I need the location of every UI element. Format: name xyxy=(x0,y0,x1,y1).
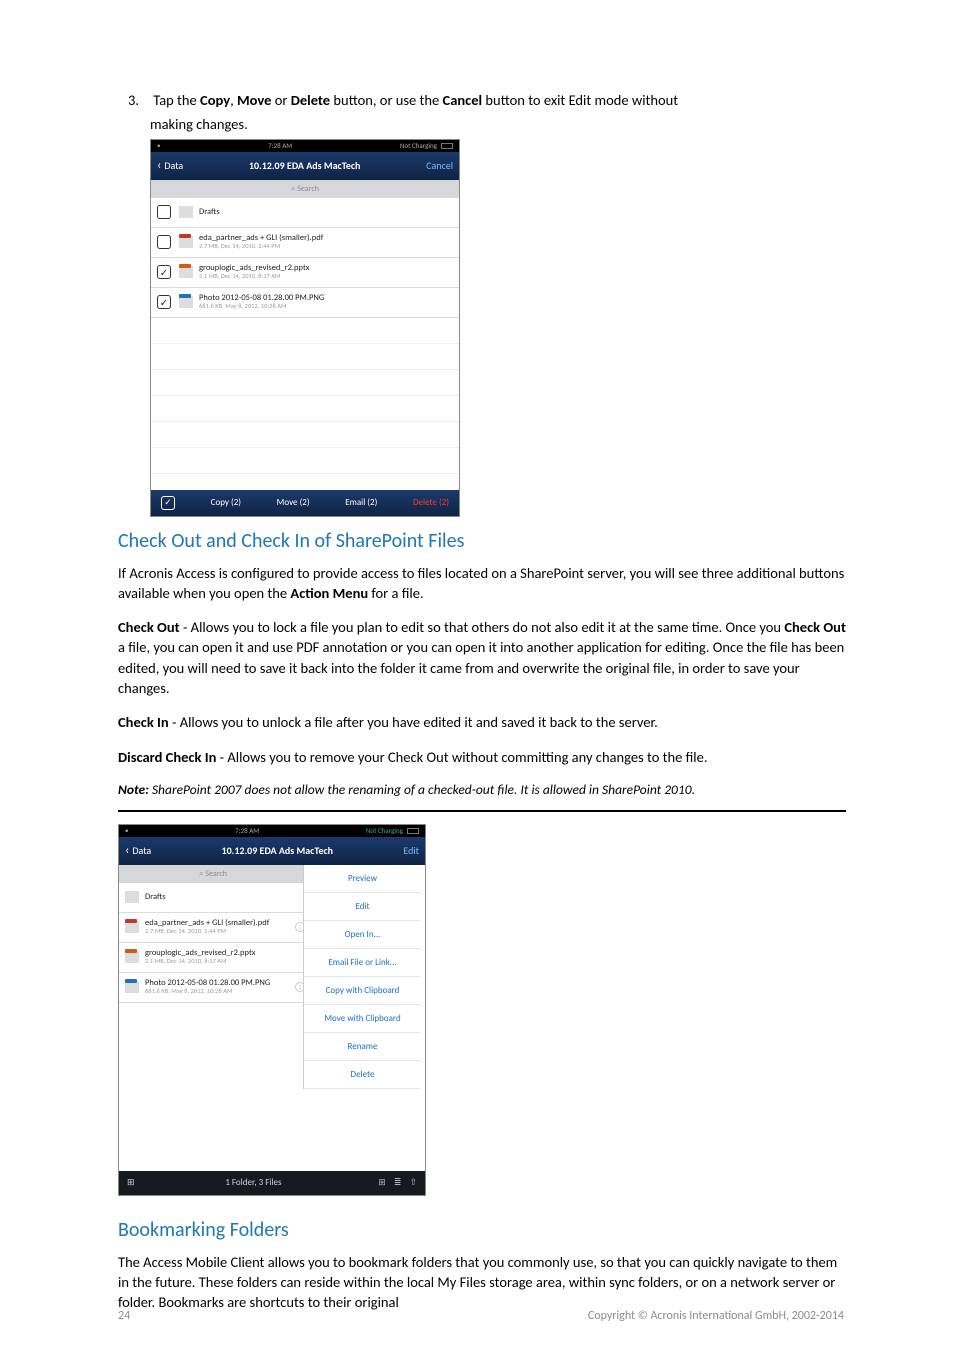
para-checkin: Check In - Allows you to unlock a file a… xyxy=(118,712,846,732)
step-3-line2: making changes. xyxy=(150,114,846,134)
status-charge: Not Charging xyxy=(400,141,437,150)
select-all-toggle[interactable] xyxy=(161,496,175,510)
footer-bar: ⊞ 1 Folder, 3 Files ⊞ ≣ ⇧ xyxy=(119,1171,425,1195)
cancel-button[interactable]: Cancel xyxy=(426,159,453,172)
para-checkout: Check Out - Allows you to lock a file yo… xyxy=(118,617,846,698)
para-bookmarking: The Access Mobile Client allows you to b… xyxy=(118,1252,846,1313)
heading-checkout-checkin: Check Out and Check In of SharePoint Fil… xyxy=(118,529,846,553)
menu-preview[interactable]: Preview xyxy=(304,865,421,893)
back-button[interactable]: Data xyxy=(125,843,151,858)
search-placeholder: Search xyxy=(291,184,319,194)
list-row-png[interactable]: Photo 2012-05-08 01.28.00 PM.PNG681.6 KB… xyxy=(119,973,307,1003)
battery-icon xyxy=(407,828,419,834)
home-icon[interactable]: ⊞ xyxy=(127,1177,135,1188)
nav-title: 10.12.09 EDA Ads MacTech xyxy=(151,844,403,857)
list-icon[interactable]: ≣ xyxy=(394,1177,402,1188)
empty-row xyxy=(151,396,459,422)
note-line: Note: SharePoint 2007 does not allow the… xyxy=(118,781,846,800)
delete-button[interactable]: Delete (2) xyxy=(413,497,449,508)
empty-row xyxy=(151,344,459,370)
edit-bottom-bar: Copy (2) Move (2) Email (2) Delete (2) xyxy=(151,490,459,516)
status-time: 7:28 AM xyxy=(235,826,259,835)
folder-icon xyxy=(125,891,139,903)
menu-rename[interactable]: Rename xyxy=(304,1033,421,1061)
battery-icon xyxy=(441,143,453,149)
empty-row xyxy=(151,422,459,448)
note-rule xyxy=(118,810,846,812)
list-row-pptx[interactable]: grouplogic_ads_revised_r2.pptx2.1 MB, De… xyxy=(151,258,459,288)
status-time: 7:28 AM xyxy=(268,141,292,150)
list-row-pdf[interactable]: eda_partner_ads + GLI (smaller).pdf2.7 M… xyxy=(119,913,307,943)
menu-copy-clip[interactable]: Copy with Clipboard xyxy=(304,977,421,1005)
page-footer: 24 Copyright © Acronis International Gmb… xyxy=(118,1309,844,1323)
folder-icon xyxy=(179,206,193,218)
menu-edit[interactable]: Edit xyxy=(304,893,421,921)
empty-row xyxy=(151,318,459,344)
list-row-pdf[interactable]: eda_partner_ads + GLI (smaller).pdf2.7 M… xyxy=(151,228,459,258)
pptx-icon xyxy=(125,951,139,963)
nav-bar: Data 10.12.09 EDA Ads MacTech Edit xyxy=(119,837,425,865)
grid-icon[interactable]: ⊞ xyxy=(378,1177,386,1188)
step-3-line1: 3. Tap the Copy, Move or Delete button, … xyxy=(118,90,846,110)
search-placeholder: Search xyxy=(199,869,227,879)
list-row-pptx[interactable]: grouplogic_ads_revised_r2.pptx2.1 MB, De… xyxy=(119,943,307,973)
list-row-drafts[interactable]: Drafts xyxy=(119,883,307,913)
action-menu-popover: Preview Edit Open In... Email File or Li… xyxy=(303,865,421,1089)
status-bar: • 7:28 AM Not Charging xyxy=(119,825,425,837)
menu-open-in[interactable]: Open In... xyxy=(304,921,421,949)
menu-delete[interactable]: Delete xyxy=(304,1061,421,1089)
list-row-drafts[interactable]: Drafts xyxy=(151,198,459,228)
pptx-icon xyxy=(179,266,193,278)
move-button[interactable]: Move (2) xyxy=(277,497,310,508)
back-button[interactable]: Data xyxy=(157,158,183,173)
menu-move-clip[interactable]: Move with Clipboard xyxy=(304,1005,421,1033)
empty-row xyxy=(151,448,459,474)
checkbox-checked[interactable] xyxy=(157,295,171,309)
empty-row xyxy=(151,370,459,396)
para-sharepoint-intro: If Acronis Access is configured to provi… xyxy=(118,563,846,604)
email-button[interactable]: Email (2) xyxy=(345,497,377,508)
list-row-png[interactable]: Photo 2012-05-08 01.28.00 PM.PNG681.6 KB… xyxy=(151,288,459,318)
share-icon[interactable]: ⇧ xyxy=(409,1177,417,1188)
png-icon xyxy=(125,981,139,993)
search-bar[interactable]: Search xyxy=(151,180,459,198)
nav-title: 10.12.09 EDA Ads MacTech xyxy=(183,159,426,172)
pdf-icon xyxy=(179,236,193,248)
footer-count: 1 Folder, 3 Files xyxy=(225,1177,281,1188)
checkbox-checked[interactable] xyxy=(157,265,171,279)
copy-button[interactable]: Copy (2) xyxy=(211,497,241,508)
screenshot-edit-mode: • 7:28 AM Not Charging Data 10.12.09 EDA… xyxy=(150,139,460,517)
png-icon xyxy=(179,296,193,308)
menu-email[interactable]: Email File or Link... xyxy=(304,949,421,977)
pdf-icon xyxy=(125,921,139,933)
checkbox[interactable] xyxy=(157,205,171,219)
screenshot-action-menu: • 7:28 AM Not Charging Data 10.12.09 EDA… xyxy=(118,824,426,1196)
heading-bookmarking: Bookmarking Folders xyxy=(118,1218,846,1242)
para-discard-checkin: Discard Check In - Allows you to remove … xyxy=(118,747,846,767)
edit-button[interactable]: Edit xyxy=(403,844,419,857)
status-bar: • 7:28 AM Not Charging xyxy=(151,140,459,152)
step-3-number: 3. xyxy=(128,90,150,110)
nav-bar: Data 10.12.09 EDA Ads MacTech Cancel xyxy=(151,152,459,180)
copyright: Copyright © Acronis International GmbH, … xyxy=(588,1309,844,1323)
checkbox[interactable] xyxy=(157,235,171,249)
search-bar[interactable]: Search xyxy=(119,865,307,883)
page-number: 24 xyxy=(118,1309,130,1323)
status-charge: Not Charging xyxy=(366,826,403,835)
